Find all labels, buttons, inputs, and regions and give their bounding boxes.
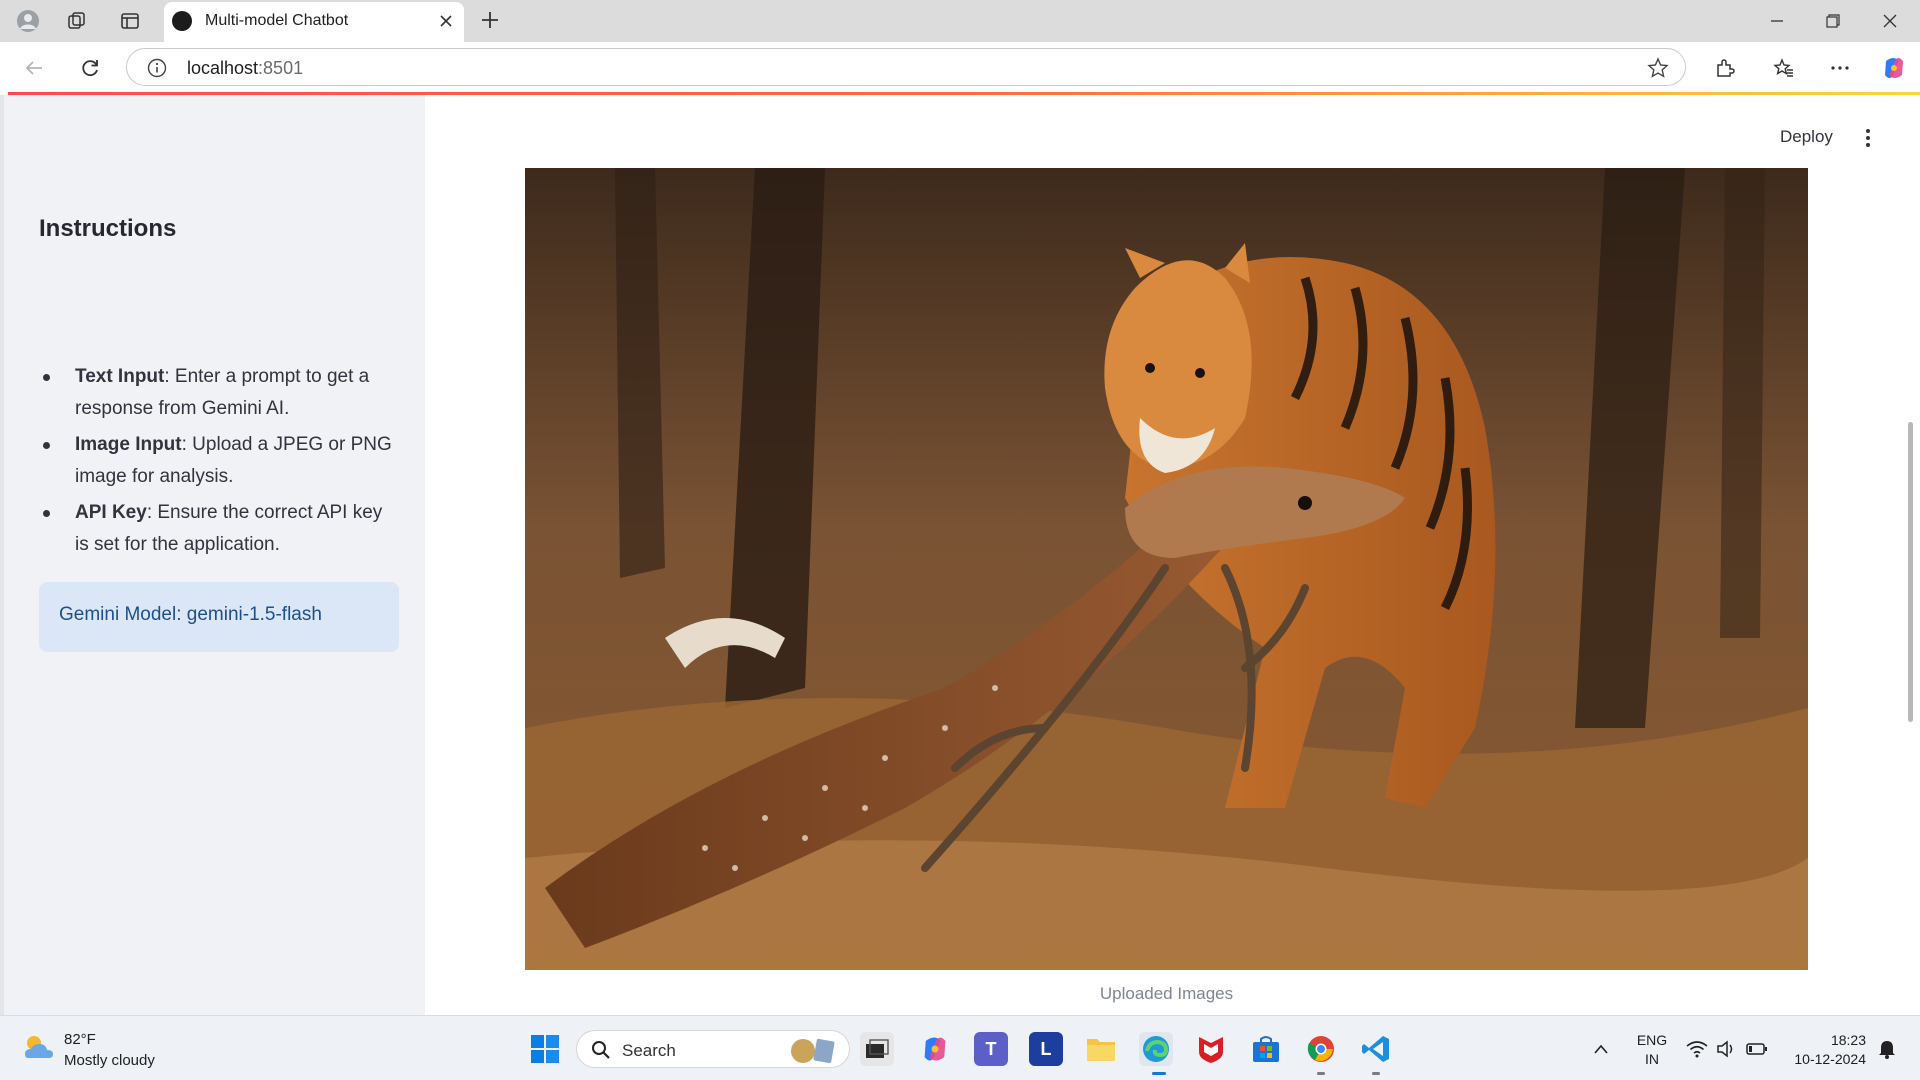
search-label: Search bbox=[622, 1041, 676, 1060]
url-port: :8501 bbox=[258, 58, 304, 78]
image-caption: Uploaded Images bbox=[1099, 984, 1234, 1003]
instruction-term: API Key bbox=[75, 502, 147, 523]
weather-cloud-icon[interactable] bbox=[22, 1031, 56, 1070]
running-app-indicator bbox=[1372, 1072, 1380, 1075]
back-arrow-icon[interactable] bbox=[20, 54, 48, 82]
reload-icon[interactable] bbox=[76, 54, 104, 82]
clock-time[interactable]: 18:23 bbox=[1780, 1032, 1866, 1048]
instructions-heading: Instructions bbox=[39, 215, 177, 242]
more-options-icon[interactable] bbox=[1826, 54, 1854, 82]
instruction-text-input: Text Input: Enter a prompt to get a resp… bbox=[39, 361, 399, 425]
notification-bell-icon[interactable] bbox=[1870, 1032, 1904, 1066]
taskbar: 82°F Mostly cloudy Search T L ENG IN 18:… bbox=[0, 1015, 1920, 1080]
clock-date[interactable]: 10-12-2024 bbox=[1780, 1051, 1866, 1067]
battery-icon[interactable] bbox=[1740, 1032, 1774, 1066]
running-app-indicator bbox=[1317, 1072, 1325, 1075]
new-tab-icon[interactable] bbox=[478, 8, 502, 32]
teams-icon[interactable]: T bbox=[974, 1032, 1008, 1066]
show-hidden-icons-icon[interactable] bbox=[1584, 1032, 1618, 1066]
task-view-icon[interactable] bbox=[860, 1032, 894, 1066]
url-text[interactable]: localhost:8501 bbox=[187, 58, 303, 79]
instruction-api-key: API Key: Ensure the correct API key is s… bbox=[39, 497, 399, 561]
main-menu-icon[interactable] bbox=[1858, 126, 1878, 155]
chrome-icon[interactable] bbox=[1304, 1032, 1338, 1066]
mcafee-icon[interactable] bbox=[1194, 1032, 1228, 1066]
extensions-icon[interactable] bbox=[1711, 54, 1739, 82]
restore-icon[interactable] bbox=[1820, 8, 1846, 34]
tab-title: Multi-model Chatbot bbox=[205, 12, 349, 29]
weather-temperature[interactable]: 82°F bbox=[64, 1031, 96, 1048]
volume-icon[interactable] bbox=[1709, 1032, 1743, 1066]
workspaces-icon[interactable] bbox=[65, 9, 89, 33]
sidebar: Instructions Text Input: Enter a prompt … bbox=[0, 95, 425, 1015]
instructions-list: Text Input: Enter a prompt to get a resp… bbox=[39, 361, 399, 565]
favorite-star-icon[interactable] bbox=[1647, 57, 1669, 84]
vscode-icon[interactable] bbox=[1359, 1032, 1393, 1066]
address-bar[interactable]: localhost:8501 bbox=[126, 48, 1686, 86]
model-info-text: Gemini Model: gemini-1.5-flash bbox=[59, 604, 322, 625]
url-host: localhost bbox=[187, 58, 259, 78]
edge-browser-icon[interactable] bbox=[1139, 1032, 1173, 1066]
site-info-icon[interactable] bbox=[147, 58, 167, 83]
uploaded-image bbox=[525, 168, 1808, 970]
minimize-icon[interactable] bbox=[1764, 8, 1790, 34]
instruction-image-input: Image Input: Upload a JPEG or PNG image … bbox=[39, 429, 399, 493]
search-icon bbox=[591, 1040, 611, 1065]
page-scrollbar[interactable] bbox=[1908, 422, 1913, 722]
browser-navbar: localhost:8501 bbox=[0, 42, 1920, 92]
l-app-icon[interactable]: L bbox=[1029, 1032, 1063, 1066]
region-indicator[interactable]: IN bbox=[1636, 1051, 1668, 1067]
favorites-icon[interactable] bbox=[1770, 54, 1798, 82]
close-tab-icon[interactable] bbox=[434, 9, 458, 33]
browser-titlebar: Multi-model Chatbot bbox=[0, 0, 1920, 42]
file-explorer-icon[interactable] bbox=[1084, 1032, 1118, 1066]
model-info-box: Gemini Model: gemini-1.5-flash bbox=[39, 582, 399, 652]
copilot-icon[interactable] bbox=[1880, 54, 1908, 82]
search-highlight-icon bbox=[787, 1036, 839, 1064]
copilot-app-icon[interactable] bbox=[918, 1032, 952, 1066]
profile-icon[interactable] bbox=[16, 9, 40, 33]
vertical-tabs-icon[interactable] bbox=[118, 9, 142, 33]
taskbar-search[interactable]: Search bbox=[576, 1030, 850, 1068]
language-indicator[interactable]: ENG bbox=[1636, 1032, 1668, 1048]
close-window-icon[interactable] bbox=[1877, 8, 1903, 34]
windows-start-icon[interactable] bbox=[528, 1032, 562, 1066]
microsoft-store-icon[interactable] bbox=[1249, 1032, 1283, 1066]
weather-description[interactable]: Mostly cloudy bbox=[64, 1052, 155, 1069]
streamlit-favicon-icon bbox=[172, 11, 192, 31]
active-app-indicator bbox=[1152, 1072, 1166, 1075]
instruction-term: Text Input bbox=[75, 366, 165, 387]
deploy-button[interactable]: Deploy bbox=[1780, 127, 1833, 147]
instruction-term: Image Input bbox=[75, 434, 182, 455]
